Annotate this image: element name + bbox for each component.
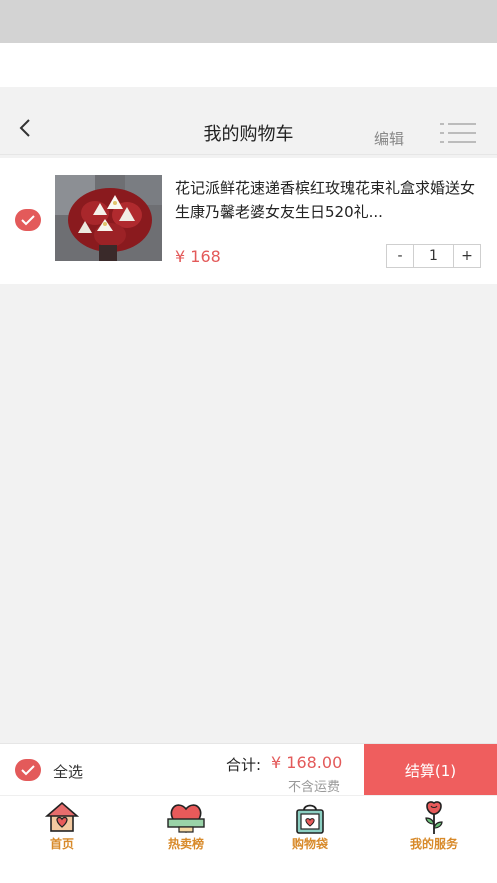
page-title: 我的购物车 — [203, 124, 294, 145]
edit-button[interactable]: 编辑 — [374, 128, 404, 149]
quantity-minus-button[interactable]: - — [387, 245, 414, 267]
house-icon — [45, 801, 79, 832]
checkout-button[interactable]: 结算(1) — [364, 744, 497, 796]
checkmark-icon — [21, 765, 35, 776]
item-select-checkbox[interactable] — [15, 209, 41, 231]
checkout-bar: 全选 合计: ¥ 168.00 不含运费 结算(1) — [0, 743, 497, 796]
shopping-bag-icon — [296, 804, 324, 834]
top-spacer — [0, 43, 497, 87]
checkmark-icon — [21, 215, 35, 226]
rose-icon — [425, 801, 443, 834]
select-all-checkbox[interactable] — [15, 759, 41, 781]
nav-bar: 我的购物车 编辑 — [0, 100, 497, 155]
product-title[interactable]: 花记派鲜花速递香槟红玫瑰花束礼盒求婚送女生康乃馨老婆女友生日520礼... — [175, 176, 485, 224]
quantity-plus-button[interactable]: + — [453, 245, 480, 267]
status-bar — [0, 0, 497, 43]
tab-my-service[interactable]: 我的服务 — [372, 796, 496, 856]
tab-hot-sales[interactable]: 热卖榜 — [124, 796, 248, 856]
tab-bar: 首页 热卖榜 购物袋 我的服务 — [0, 795, 497, 883]
product-image[interactable] — [55, 175, 162, 261]
tab-home[interactable]: 首页 — [0, 796, 124, 856]
total-label: 合计: — [226, 756, 262, 774]
tab-label: 购物袋 — [291, 837, 328, 851]
heart-ribbon-icon — [167, 804, 205, 833]
tab-label: 热卖榜 — [167, 837, 204, 851]
total-value: ¥ 168.00 — [271, 753, 343, 772]
quantity-stepper: - 1 + — [386, 244, 481, 268]
cart-item: 花记派鲜花速递香槟红玫瑰花束礼盒求婚送女生康乃馨老婆女友生日520礼... ¥ … — [0, 158, 497, 284]
tab-label: 我的服务 — [409, 837, 458, 851]
tab-shopping-bag[interactable]: 购物袋 — [248, 796, 372, 856]
quantity-value[interactable]: 1 — [414, 245, 453, 267]
shipping-note: 不含运费 — [288, 780, 341, 795]
select-all-label[interactable]: 全选 — [53, 761, 83, 782]
menu-list-icon[interactable] — [440, 122, 476, 144]
tab-label: 首页 — [49, 837, 74, 851]
product-price: ¥ 168 — [175, 247, 221, 266]
